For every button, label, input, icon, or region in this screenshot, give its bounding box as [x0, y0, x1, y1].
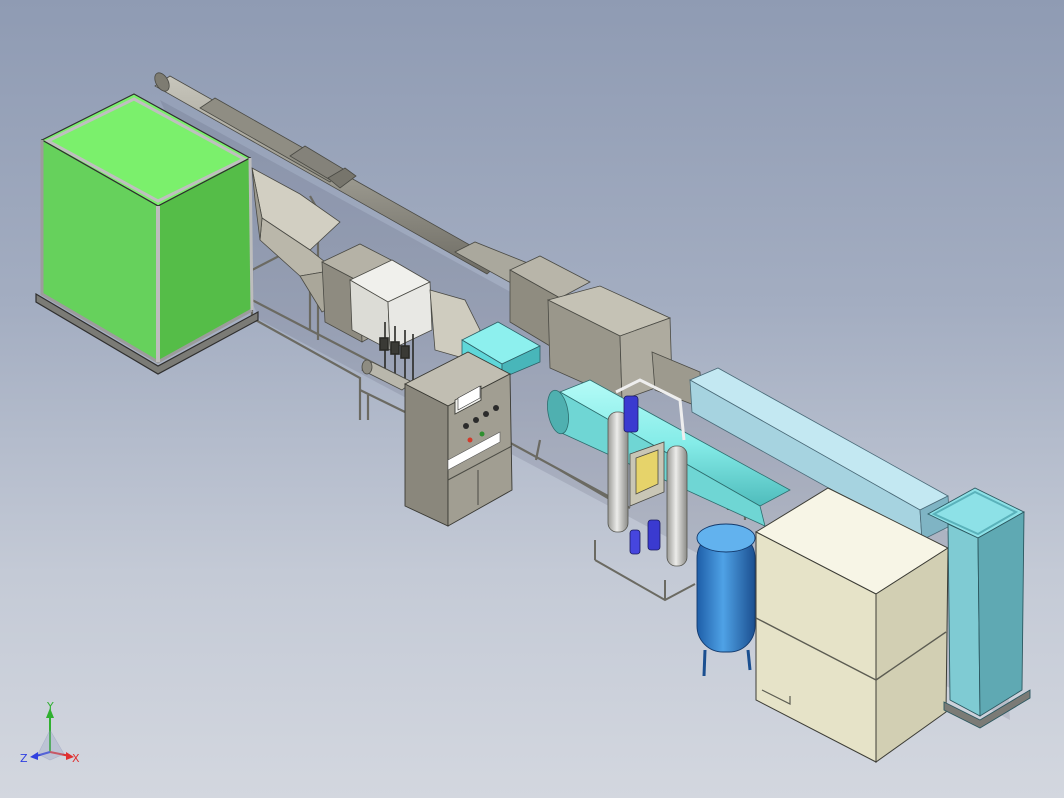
x-axis-label: X	[72, 752, 80, 765]
y-axis-label: Y	[46, 700, 54, 713]
z-axis-arrow	[30, 752, 38, 760]
axis-triad: Y X Z	[20, 700, 80, 765]
blue-tank[interactable]	[696, 523, 756, 677]
z-axis-label: Z	[20, 752, 28, 765]
cad-viewport[interactable]: Y X Z	[0, 0, 1064, 798]
cad-model-scene[interactable]: Y X Z	[0, 0, 1064, 798]
